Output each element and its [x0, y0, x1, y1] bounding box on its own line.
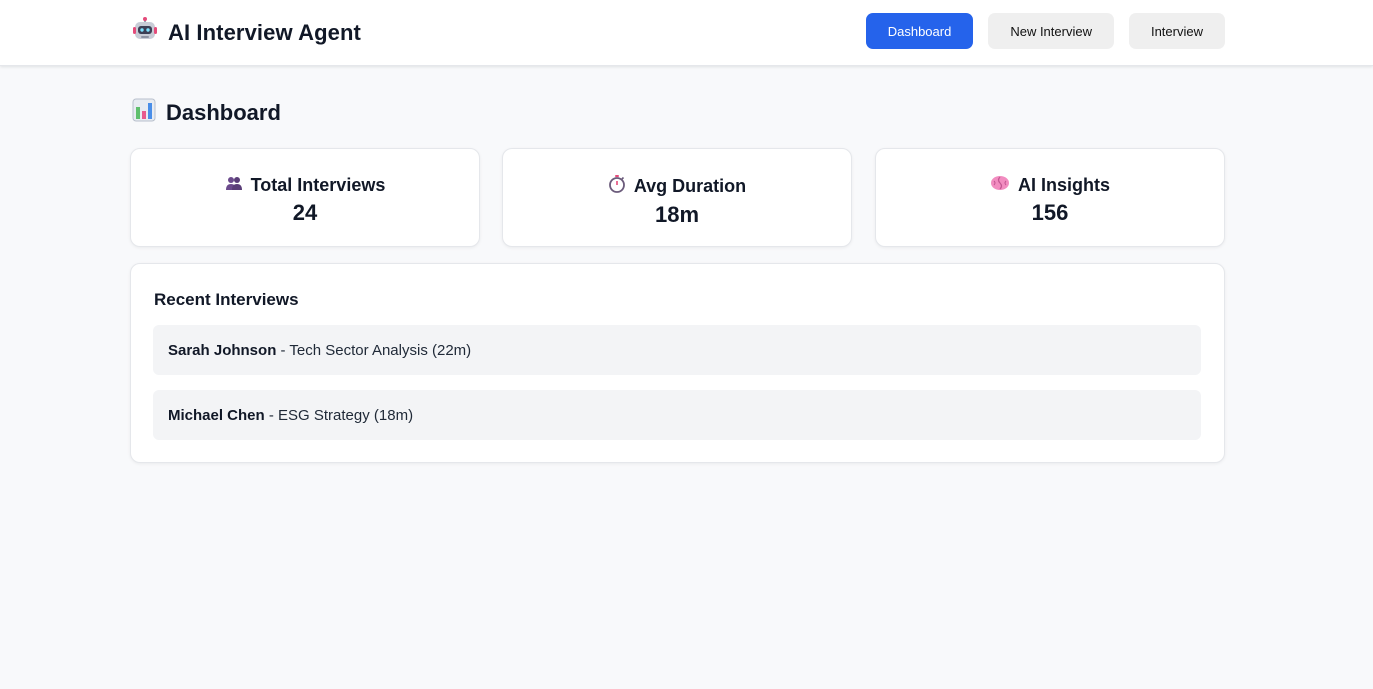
interviewee-name: Michael Chen [168, 406, 265, 424]
stat-card-total-interviews: Total Interviews 24 [130, 148, 480, 247]
nav-new-interview-button[interactable]: New Interview [988, 13, 1114, 49]
list-item[interactable]: Sarah Johnson - Tech Sector Analysis (22… [153, 325, 1201, 375]
stat-card-avg-duration: Avg Duration 18m [502, 148, 852, 247]
interviewee-name: Sarah Johnson [168, 341, 277, 359]
stat-label: Total Interviews [250, 175, 386, 195]
interview-detail: - ESG Strategy (18m) [264, 406, 414, 424]
page-title: Dashboard [166, 99, 281, 125]
people-icon [225, 175, 243, 196]
top-navbar: AI Interview Agent Dashboard New Intervi… [0, 0, 1373, 66]
stat-label: AI Insights [1017, 175, 1110, 195]
stopwatch-icon [608, 175, 626, 198]
stat-label: Avg Duration [633, 176, 747, 196]
stat-card-ai-insights: AI Insights 156 [875, 148, 1225, 247]
stat-label-row: AI Insights [876, 175, 1224, 196]
main-nav: Dashboard New Interview Interview [865, 13, 1225, 49]
robot-icon [132, 17, 158, 48]
page-header: Dashboard [132, 98, 281, 127]
stat-label-row: Total Interviews [131, 175, 479, 196]
brand[interactable]: AI Interview Agent [132, 17, 361, 48]
nav-interview-button[interactable]: Interview [1128, 13, 1225, 49]
nav-dashboard-button[interactable]: Dashboard [865, 13, 974, 49]
stat-value: 18m [654, 202, 700, 227]
list-item[interactable]: Michael Chen - ESG Strategy (18m) [153, 390, 1201, 440]
app-title: AI Interview Agent [168, 19, 361, 45]
stat-value: 156 [1031, 200, 1069, 225]
stat-label-row: Avg Duration [503, 175, 851, 198]
recent-interviews-card: Recent Interviews Sarah Johnson - Tech S… [130, 263, 1225, 463]
brain-icon [990, 175, 1010, 196]
section-title: Recent Interviews [154, 290, 299, 309]
stat-value: 24 [292, 200, 318, 225]
interview-detail: - Tech Sector Analysis (22m) [276, 341, 472, 359]
bar-chart-icon [132, 98, 156, 127]
